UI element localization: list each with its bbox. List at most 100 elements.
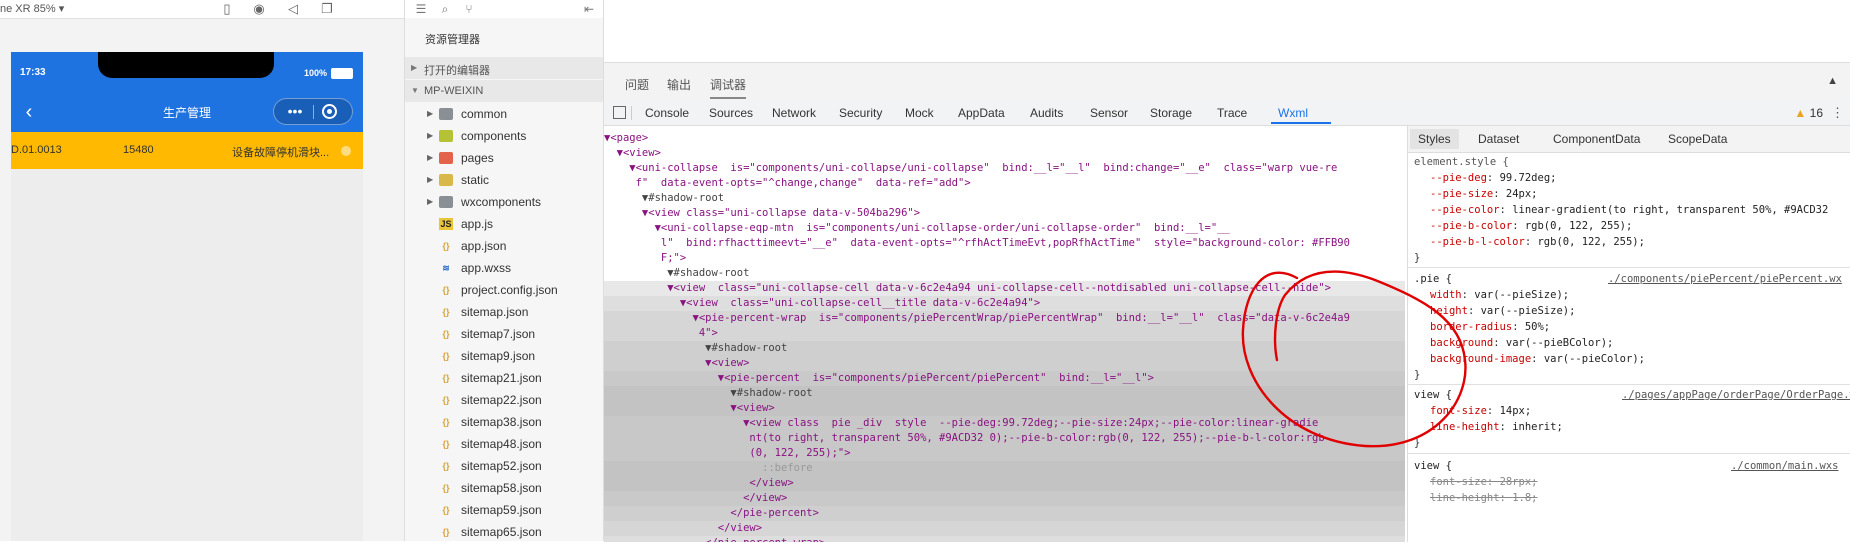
chevron-right-icon[interactable]: ▶ [427, 153, 433, 162]
tab-audits[interactable]: Audits [1030, 106, 1063, 120]
view-declaration[interactable]: line-height: 1.8; [1430, 490, 1538, 506]
pie-declaration[interactable]: width: var(--pieSize); [1430, 287, 1569, 303]
record-icon[interactable]: ◉ [250, 0, 268, 18]
css-property[interactable]: --pie-deg [1430, 172, 1487, 184]
file-tree-item[interactable]: ▶ pages [405, 147, 603, 169]
tab-security[interactable]: Security [839, 106, 882, 120]
tab-scopedata[interactable]: ScopeData [1668, 132, 1727, 146]
wxml-node-line[interactable]: ▼#shadow-root [604, 191, 1405, 206]
file-tree-item[interactable]: {} project.config.json [405, 279, 603, 301]
wxml-node-line[interactable]: (0, 122, 255);"> [604, 446, 1405, 461]
wxml-node-line[interactable]: ▼<view> [604, 356, 1405, 371]
pie-declaration[interactable]: background: var(--pieBColor); [1430, 335, 1613, 351]
file-tree-item[interactable]: {} sitemap7.json [405, 323, 603, 345]
file-tree-item[interactable]: {} sitemap58.json [405, 477, 603, 499]
wxml-node-line[interactable]: ▼<view> [604, 401, 1405, 416]
wxml-node-line[interactable]: ▼<page> [604, 131, 1405, 146]
warning-count[interactable]: ▲ 16 [1794, 106, 1823, 120]
css-property[interactable]: width [1430, 289, 1462, 301]
css-property[interactable]: --pie-size [1430, 188, 1493, 200]
volume-icon[interactable]: ◁ [284, 0, 302, 18]
element-style-declaration[interactable]: --pie-b-l-color: rgb(0, 122, 255); [1430, 234, 1645, 250]
css-property[interactable]: --pie-b-l-color [1430, 236, 1525, 248]
tab-dataset[interactable]: Dataset [1478, 132, 1519, 146]
css-property[interactable]: background-image [1430, 353, 1531, 365]
tab-wxml[interactable]: Wxml [1278, 106, 1308, 120]
wxml-node-line[interactable]: </view> [604, 521, 1405, 536]
css-value[interactable]: var(--pieSize); [1481, 305, 1576, 317]
file-tree-item[interactable]: {} sitemap52.json [405, 455, 603, 477]
window-icon[interactable]: ❐ [318, 0, 336, 18]
wxml-node-line[interactable]: ▼<uni-collapse is="components/uni-collap… [604, 161, 1405, 176]
tab-trace[interactable]: Trace [1217, 106, 1247, 120]
css-property[interactable]: --pie-color [1430, 204, 1500, 216]
file-tree-item[interactable]: {} sitemap38.json [405, 411, 603, 433]
pie-declaration[interactable]: background-image: var(--pieColor); [1430, 351, 1645, 367]
chevron-right-icon[interactable]: ▶ [427, 109, 433, 118]
source-control-icon[interactable]: ⑂ [461, 0, 477, 18]
tab-problems[interactable]: 问题 [625, 76, 649, 93]
file-tree-item[interactable]: ▶ wxcomponents [405, 191, 603, 213]
element-style-declaration[interactable]: --pie-color: linear-gradient(to right, t… [1430, 202, 1828, 218]
tab-sources[interactable]: Sources [709, 106, 753, 120]
css-value[interactable]: var(--pieColor); [1544, 353, 1645, 365]
css-value[interactable]: inherit; [1512, 421, 1563, 433]
file-tree-item[interactable]: ▶ common [405, 103, 603, 125]
css-property[interactable]: height [1430, 305, 1468, 317]
file-tree-item[interactable]: {} sitemap22.json [405, 389, 603, 411]
pie-source-link[interactable]: ./components/piePercent/piePercent.wx [1608, 271, 1842, 287]
close-miniprogram-icon[interactable] [322, 104, 337, 119]
tab-componentdata[interactable]: ComponentData [1553, 132, 1640, 146]
wxml-node-line[interactable]: F;"> [604, 251, 1405, 266]
file-tree-item[interactable]: {} sitemap9.json [405, 345, 603, 367]
collapse-panel-icon[interactable]: ⇤ [581, 0, 597, 18]
chevron-right-icon[interactable]: ▶ [427, 197, 433, 206]
css-value[interactable]: var(--pieBColor); [1506, 337, 1613, 349]
wxml-node-line[interactable]: </pie-percent-wrap> [604, 536, 1405, 542]
css-value[interactable]: 14px; [1500, 405, 1532, 417]
wxml-node-line[interactable]: ▼#shadow-root [604, 386, 1405, 401]
more-icon[interactable]: ••• [284, 103, 306, 121]
wxml-node-line[interactable]: ▼<view class="uni-collapse-cell__title d… [604, 296, 1405, 311]
wxml-node-line[interactable]: ▼<pie-percent-wrap is="components/piePer… [604, 311, 1405, 326]
css-value[interactable]: 1.8; [1512, 492, 1537, 504]
wxml-node-line[interactable]: ▼<view> [604, 146, 1405, 161]
css-value[interactable]: 24px; [1506, 188, 1538, 200]
file-tree-item[interactable]: {} app.json [405, 235, 603, 257]
tab-appdata[interactable]: AppData [958, 106, 1005, 120]
more-options-icon[interactable]: ⋮ [1831, 105, 1844, 121]
tab-debugger[interactable]: 调试器 [710, 76, 747, 99]
phone-icon[interactable]: ▯ [218, 0, 236, 18]
wxml-node-line[interactable]: ▼<view class="uni-collapse-cell data-v-6… [604, 281, 1405, 296]
wxml-node-line[interactable]: ▼<view class pie _div style --pie-deg:99… [604, 416, 1405, 431]
css-value[interactable]: rgb(0, 122, 255); [1537, 236, 1644, 248]
css-value[interactable]: var(--pieSize); [1474, 289, 1569, 301]
tab-storage[interactable]: Storage [1150, 106, 1192, 120]
wxml-node-line[interactable]: </view> [604, 476, 1405, 491]
view-declaration[interactable]: line-height: inherit; [1430, 419, 1563, 435]
wxml-node-line[interactable]: l" bind:rfhacttimeevt="__e" data-event-o… [604, 236, 1405, 251]
file-tree-item[interactable]: {} sitemap21.json [405, 367, 603, 389]
view-declaration[interactable]: font-size: 28rpx; [1430, 474, 1538, 490]
css-property[interactable]: font-size [1430, 476, 1487, 488]
css-property[interactable]: --pie-b-color [1430, 220, 1512, 232]
chevron-right-icon[interactable]: ▶ [427, 131, 433, 140]
css-value[interactable]: linear-gradient(to right, transparent 50… [1512, 204, 1828, 216]
file-tree-item[interactable]: JS app.js [405, 213, 603, 235]
file-tree-item[interactable]: {} sitemap48.json [405, 433, 603, 455]
wxml-node-line[interactable]: </view> [604, 491, 1405, 506]
search-icon[interactable]: ⌕ [437, 0, 453, 18]
pie-declaration[interactable]: border-radius: 50%; [1430, 319, 1550, 335]
list-icon[interactable]: ☰ [413, 0, 429, 18]
file-tree-item[interactable]: {} sitemap.json [405, 301, 603, 323]
wxml-node-line[interactable]: ▼<view class="uni-collapse data-v-504ba2… [604, 206, 1405, 221]
css-property[interactable]: font-size [1430, 405, 1487, 417]
pie-declaration[interactable]: height: var(--pieSize); [1430, 303, 1575, 319]
open-editors-section[interactable]: ▶ 打开的编辑器 [405, 57, 603, 79]
wxml-node-line[interactable]: ▼#shadow-root [604, 266, 1405, 281]
inspect-element-icon[interactable] [613, 106, 626, 119]
css-property[interactable]: line-height [1430, 421, 1500, 433]
wxml-node-line[interactable]: ▼<pie-percent is="components/piePercent/… [604, 371, 1405, 386]
css-value[interactable]: 99.72deg; [1500, 172, 1557, 184]
wxml-node-line[interactable]: nt(to right, transparent 50%, #9ACD32 0)… [604, 431, 1405, 446]
